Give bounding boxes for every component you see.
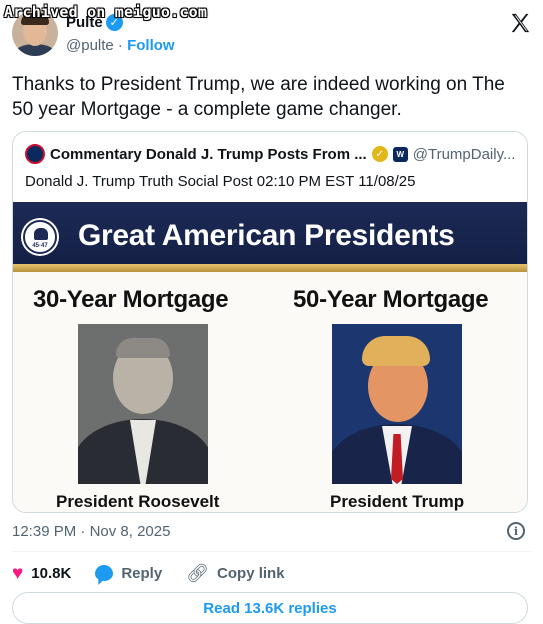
post-date: Nov 8, 2025 [89,523,171,540]
author-handle-line: @pulte · Follow [66,37,175,54]
post-timestamp[interactable]: 12:39 PM · Nov 8, 2025 [12,523,170,540]
like-count: 10.8K [31,564,72,582]
right-heading: 50-Year Mortgage [293,286,489,313]
quoted-post-image[interactable]: 45·47 Great American Presidents 30-Year … [13,202,527,512]
poster-banner: 45·47 Great American Presidents [13,202,527,264]
x-logo-icon[interactable] [509,12,531,34]
info-icon[interactable]: i [507,522,525,540]
quoted-avatar [25,144,45,164]
presidential-seal-icon: 45·47 [23,220,57,254]
quoted-post-text: Donald J. Trump Truth Social Post 02:10 … [25,173,416,190]
reply-bubble-icon [95,565,114,581]
quoted-author-handle: @TrumpDaily... [412,145,516,163]
copy-link-button[interactable]: 🔗︎ Copy link [186,563,284,584]
archive-watermark: Archived on meiguo.com [4,3,208,21]
roosevelt-portrait [78,324,208,484]
heart-icon: ♥ [12,562,24,584]
copy-link-label: Copy link [217,564,285,582]
poster-title: Great American Presidents [78,219,455,252]
quoted-post-header: Commentary Donald J. Trump Posts From ..… [25,144,515,164]
post-time: 12:39 PM [12,523,77,540]
reply-button[interactable]: Reply [95,565,162,582]
left-heading: 30-Year Mortgage [33,286,229,313]
left-caption: President Roosevelt [56,492,220,511]
quoted-post-card[interactable]: Commentary Donald J. Trump Posts From ..… [12,131,528,513]
read-replies-button[interactable]: Read 13.6K replies [12,592,528,624]
tweet-text: Thanks to President Trump, we are indeed… [12,74,505,120]
reply-label: Reply [121,564,163,582]
author-handle[interactable]: @pulte [66,37,114,54]
right-caption: President Trump [330,492,465,511]
action-bar: ♥ 10.8K Reply 🔗︎ Copy link [12,562,309,584]
trump-portrait [332,324,462,484]
follow-button[interactable]: Follow [127,37,175,54]
poster-gold-stripe [13,264,527,272]
like-button[interactable]: ♥ 10.8K [12,564,71,583]
affiliate-badge-icon: W [392,146,408,162]
quoted-author-name: Commentary Donald J. Trump Posts From ..… [50,145,367,163]
gold-verified-badge-icon: ✓ [371,146,388,162]
link-icon: 🔗︎ [186,562,210,583]
divider [12,551,531,552]
